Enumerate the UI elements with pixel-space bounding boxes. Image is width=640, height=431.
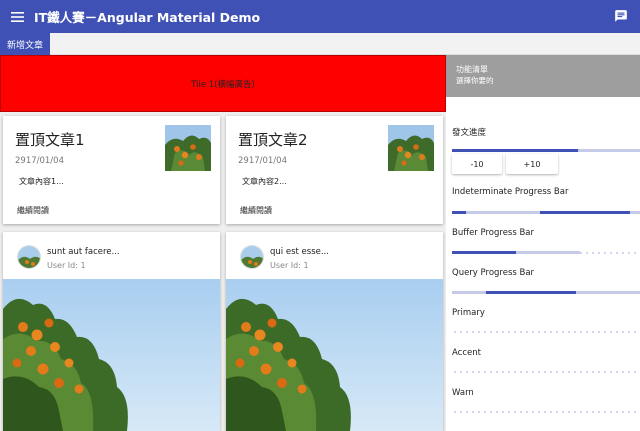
post-title: qui est esse... xyxy=(270,247,329,257)
avatar xyxy=(17,245,41,269)
chat-icon[interactable] xyxy=(614,8,632,26)
side-panel xyxy=(446,97,640,431)
tab-new-post[interactable]: 新增文章 xyxy=(0,33,51,55)
buffer-label: Buffer Progress Bar xyxy=(452,228,535,238)
primary-progress-bar xyxy=(452,331,640,333)
buffer-progress-bar xyxy=(452,251,640,254)
pinned-post-date: 2917/01/04 xyxy=(15,156,64,166)
decrease-progress-button[interactable]: -10 xyxy=(452,154,502,174)
read-more-button[interactable]: 繼續閱讀 xyxy=(17,205,49,216)
post-card: qui est esse... User Id: 1 xyxy=(226,232,443,431)
pinned-post-body: 文章內容1... xyxy=(19,177,64,186)
post-user-id: User Id: 1 xyxy=(47,261,86,270)
post-progress-bar xyxy=(452,149,640,152)
pinned-post-body: 文章內容2... xyxy=(242,177,287,186)
primary-label: Primary xyxy=(452,308,485,318)
pinned-post-date: 2917/01/04 xyxy=(238,156,287,166)
post-image xyxy=(226,279,443,431)
accent-progress-bar xyxy=(452,371,640,373)
side-menu-header: 功能清單 選擇你要的 xyxy=(446,55,640,97)
pinned-post-thumbnail xyxy=(388,125,434,171)
indeterminate-label: Indeterminate Progress Bar xyxy=(452,187,569,197)
indeterminate-segment xyxy=(452,211,466,214)
indeterminate-progress-bar xyxy=(452,211,640,214)
read-more-button[interactable]: 繼續閱讀 xyxy=(240,205,272,216)
pinned-post-title: 置頂文章2 xyxy=(238,131,308,149)
post-title: sunt aut facere... xyxy=(47,247,120,257)
warn-label: Warn xyxy=(452,388,474,398)
pinned-post-card: 置頂文章2 2917/01/04 文章內容2... 繼續閱讀 xyxy=(226,116,443,224)
post-user-id: User Id: 1 xyxy=(270,261,309,270)
app-title: IT鐵人賽－Angular Material Demo xyxy=(34,10,261,25)
avatar xyxy=(240,245,264,269)
banner-tile-label: Tile 1(橫幅廣告) xyxy=(191,79,255,90)
post-image xyxy=(3,279,220,431)
buffer-value xyxy=(452,251,516,254)
pinned-post-title: 置頂文章1 xyxy=(15,131,85,149)
query-progress-bar xyxy=(452,291,640,294)
pinned-post-thumbnail xyxy=(165,125,211,171)
top-toolbar: IT鐵人賽－Angular Material Demo xyxy=(0,0,640,33)
side-menu-subtitle: 選擇你要的 xyxy=(456,76,494,85)
accent-label: Accent xyxy=(452,348,481,358)
post-progress-heading: 發文進度 xyxy=(452,128,487,138)
pinned-post-card: 置頂文章1 2917/01/04 文章內容1... 繼續閱讀 xyxy=(3,116,220,224)
post-progress-fill xyxy=(452,149,578,152)
side-menu-title: 功能清單 xyxy=(456,65,488,74)
tab-bar: 新增文章 xyxy=(0,33,640,55)
increase-progress-button[interactable]: +10 xyxy=(506,154,558,174)
query-label: Query Progress Bar xyxy=(452,268,535,278)
menu-icon[interactable] xyxy=(4,0,30,33)
app-root: IT鐵人賽－Angular Material Demo 新增文章 Tile 1(… xyxy=(0,0,640,431)
warn-progress-bar xyxy=(452,411,640,413)
query-segment xyxy=(486,291,576,294)
post-card: sunt aut facere... User Id: 1 xyxy=(3,232,220,431)
indeterminate-segment xyxy=(540,211,630,214)
banner-tile: Tile 1(橫幅廣告) xyxy=(0,55,446,112)
